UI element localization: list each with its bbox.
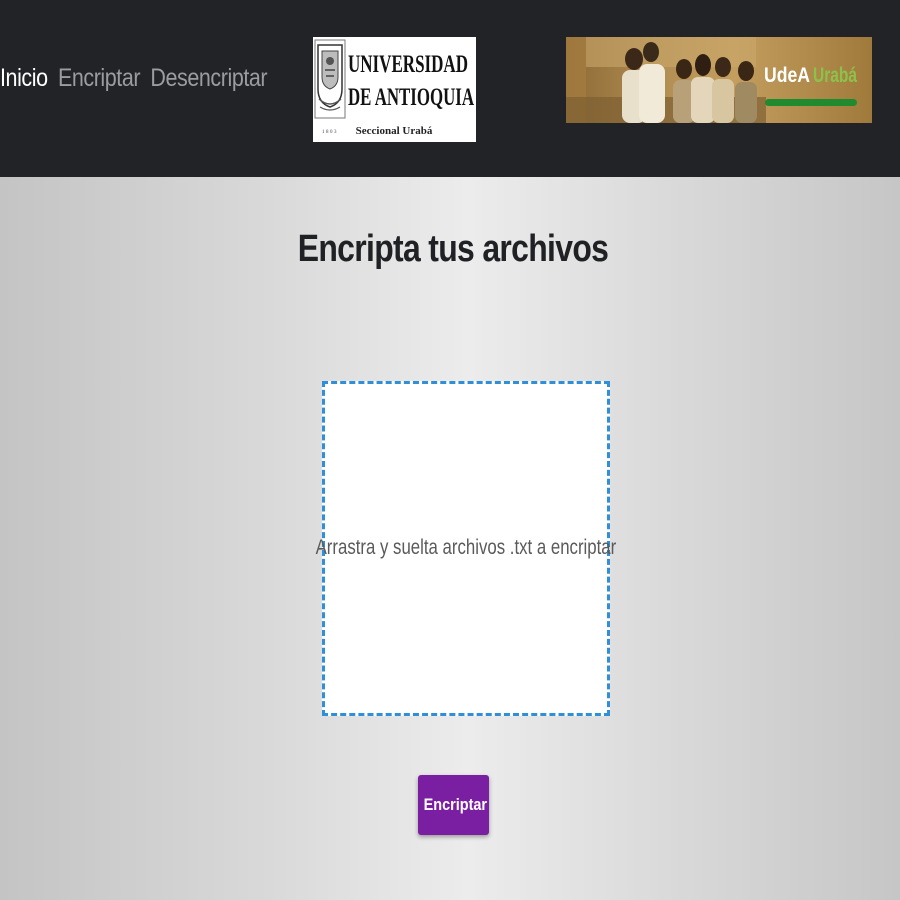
logo-year: 1803 bbox=[322, 130, 338, 135]
dropzone-instructions: Arrastra y suelta archivos .txt a encrip… bbox=[315, 535, 617, 559]
banner-text-uraba: Urabá bbox=[813, 64, 857, 87]
crest-icon bbox=[314, 39, 346, 119]
file-dropzone[interactable]: Arrastra y suelta archivos .txt a encrip… bbox=[316, 381, 616, 716]
banner-accent-bar bbox=[765, 99, 857, 106]
nav-link-encriptar[interactable]: Encriptar bbox=[58, 64, 141, 93]
logo-line1: UNIVERSIDAD bbox=[348, 51, 468, 78]
encrypt-button-label: Encriptar bbox=[423, 795, 488, 814]
banner-text-udea: UdeA bbox=[764, 64, 810, 87]
university-logo: 1803 UNIVERSIDAD DE ANTIOQUIA Seccional … bbox=[313, 37, 476, 142]
logo-line2: DE ANTIOQUIA bbox=[348, 84, 474, 111]
nav-links: Inicio Encriptar Desencriptar bbox=[0, 64, 277, 93]
logo-subtitle: Seccional Urabá bbox=[356, 125, 433, 137]
nav-link-desencriptar[interactable]: Desencriptar bbox=[150, 64, 267, 93]
navbar: Inicio Encriptar Desencriptar 1803 UNIVE… bbox=[0, 0, 900, 177]
nav-link-inicio[interactable]: Inicio bbox=[0, 64, 48, 93]
encrypt-button[interactable]: Encriptar bbox=[418, 775, 489, 835]
students-photo bbox=[566, 37, 766, 123]
page-title: Encripta tus archivos bbox=[297, 228, 609, 270]
udea-uraba-banner: UdeA Urabá bbox=[566, 37, 872, 123]
